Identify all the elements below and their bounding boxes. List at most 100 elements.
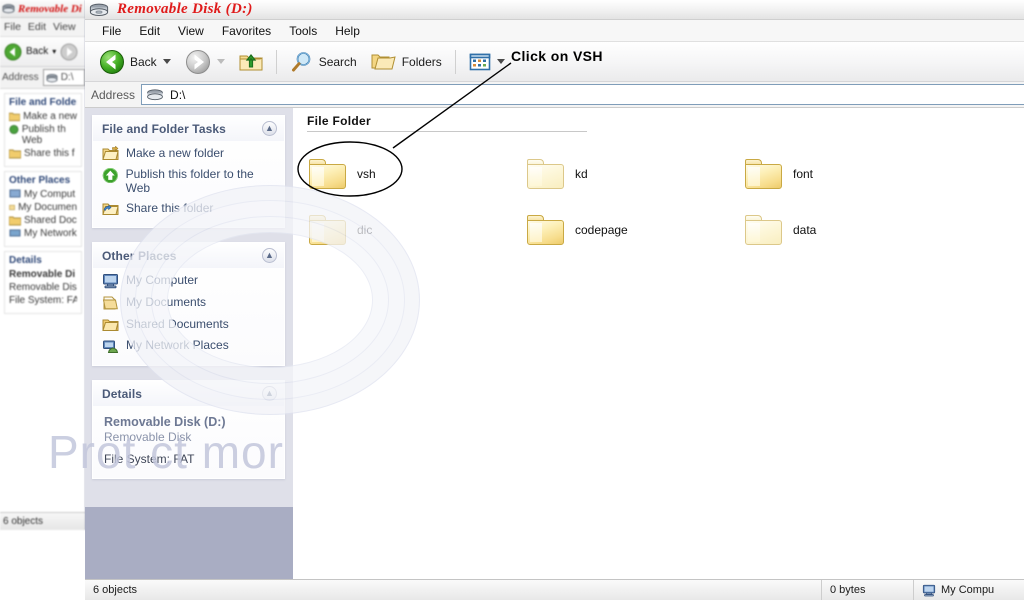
views-dropdown-icon[interactable] [496,59,505,64]
status-location-label: My Compu [941,584,995,596]
background-explorer-window[interactable]: Removable Di File Edit View Back ▾ Addre… [0,0,86,530]
background-panel-file-tasks[interactable]: File and Folder Make a new Publish th We… [4,93,82,167]
back-arrow-icon [100,49,124,74]
views-button[interactable] [462,46,512,78]
background-panel-link-label: My Comput [24,189,76,200]
menu-favorites[interactable]: Favorites [213,22,280,40]
background-menu-file[interactable]: File [4,21,21,33]
background-back-label[interactable]: Back [26,46,48,57]
background-panel-link[interactable]: Share this f [9,148,77,159]
share-folder-icon [102,203,119,215]
background-details-type: Removable Disk [9,282,77,293]
background-panel-other-places[interactable]: Other Places My Comput My Documen Shared… [4,171,82,247]
background-panel-details[interactable]: Details Removable Di Removable Disk File… [4,251,82,314]
address-value: D:\ [170,87,186,102]
forward-button[interactable] [178,46,232,78]
group-title: File Folder [307,114,371,128]
background-panel-title: Other Places [9,175,71,186]
address-input[interactable]: D:\ [141,84,1024,105]
background-menu-edit[interactable]: Edit [28,21,46,33]
background-panel-link[interactable]: Publish th Web [9,124,77,146]
addressbar[interactable]: Address D:\ [85,82,1024,108]
menu-help[interactable]: Help [326,22,369,40]
workspace: File and Folder Tasks ▲ Make a new folde… [85,108,1024,579]
sidebar-link-make-new-folder[interactable]: Make a new folder [102,143,278,164]
my-computer-icon [922,584,936,596]
back-dropdown-icon[interactable] [162,59,171,64]
background-back-caret-icon[interactable]: ▾ [52,47,56,56]
background-panel-link-label: Shared Doc [24,215,77,226]
background-window-body: File and Folder Make a new Publish th We… [0,93,85,530]
background-address-field[interactable]: D:\ [42,69,85,86]
sidebar-link-my-network-places[interactable]: My Network Places [102,335,278,357]
sidebar-link-my-computer[interactable]: My Computer [102,270,278,292]
explorer-window[interactable]: Removable Disk (D:) File Edit View Favor… [85,0,1024,600]
background-window-menubar[interactable]: File Edit View [0,18,85,37]
panel-body: Make a new folder Publish this folder to… [93,141,284,227]
chevron-up-icon[interactable]: ▲ [262,386,277,401]
file-item-label: vsh [357,167,376,181]
up-button[interactable] [232,46,270,78]
file-item-dic[interactable]: dic [303,202,453,258]
removable-disk-icon [2,4,15,14]
background-panel-link[interactable]: Make a new [9,111,77,122]
menubar[interactable]: File Edit View Favorites Tools Help [85,20,1024,42]
panel-title: Details [102,386,143,401]
background-panel-link[interactable]: My Comput [9,189,77,200]
background-panel-link[interactable]: My Network [9,228,77,239]
file-item-vsh[interactable]: vsh [303,146,453,202]
sidebar-link-my-documents[interactable]: My Documents [102,292,278,314]
background-window-toolbar[interactable]: Back ▾ [0,37,85,67]
sidebar-link-shared-documents[interactable]: Shared Documents [102,314,278,335]
statusbar: 6 objects 0 bytes My Compu [85,579,1024,600]
panel-header[interactable]: File and Folder Tasks ▲ [93,116,284,141]
background-address-label: Address [2,72,39,83]
details-filesystem: File System: FAT [104,452,195,466]
file-item-codepage[interactable]: codepage [521,202,671,258]
menu-edit[interactable]: Edit [130,22,169,40]
removable-disk-icon [46,73,58,82]
menu-file[interactable]: File [93,22,130,40]
background-details-filesystem: File System: FAT [9,295,77,306]
removable-disk-icon [89,3,109,17]
menu-tools[interactable]: Tools [280,22,326,40]
background-details-name: Removable Di [9,269,76,280]
sidebar-link-publish-to-web[interactable]: Publish this folder to the Web [102,164,278,198]
network-places-icon [103,340,119,353]
up-folder-icon [239,53,263,70]
chevron-up-icon[interactable]: ▲ [262,248,277,263]
sidebar-link-label: My Network Places [126,338,229,352]
file-item-data[interactable]: data [739,202,889,258]
back-arrow-icon[interactable] [4,43,22,61]
file-item-font[interactable]: font [739,146,889,202]
sidebar-link-label: My Documents [126,295,207,309]
sidebar-link-label: My Computer [126,273,199,287]
sidebar-link-share-folder[interactable]: Share this folder [102,198,278,219]
file-item-label: kd [575,167,588,181]
magnifier-icon [291,51,310,71]
panel-other-places[interactable]: Other Places ▲ My Computer My Documents … [92,242,285,366]
views-icon [469,53,491,70]
menu-view[interactable]: View [169,22,213,40]
my-computer-icon [9,189,21,198]
background-window-titlebar[interactable]: Removable Di [0,0,85,18]
background-panel-title: Details [9,255,42,266]
forward-dropdown-icon[interactable] [216,59,225,64]
background-menu-view[interactable]: View [53,21,76,33]
panel-header[interactable]: Other Places ▲ [93,243,284,268]
folders-button[interactable]: Folders [364,46,449,78]
search-button[interactable]: Search [283,46,364,78]
panel-details[interactable]: Details ▲ Removable Disk (D:) Removable … [92,380,285,479]
back-button[interactable]: Back [92,46,178,78]
toolbar-separator [454,49,456,74]
panel-file-and-folder-tasks[interactable]: File and Folder Tasks ▲ Make a new folde… [92,115,285,228]
background-panel-link[interactable]: My Documen [9,202,77,213]
background-window-addressbar[interactable]: Address D:\ [0,67,85,89]
file-item-kd[interactable]: kd [521,146,671,202]
background-panel-link[interactable]: Shared Doc [9,215,77,226]
chevron-up-icon[interactable]: ▲ [262,121,277,136]
file-list-pane[interactable]: File Folder vsh kd font dic codepage dat… [293,108,1024,579]
task-sidebar: File and Folder Tasks ▲ Make a new folde… [85,108,293,579]
titlebar[interactable]: Removable Disk (D:) [85,0,1024,20]
panel-header[interactable]: Details ▲ [93,381,284,406]
